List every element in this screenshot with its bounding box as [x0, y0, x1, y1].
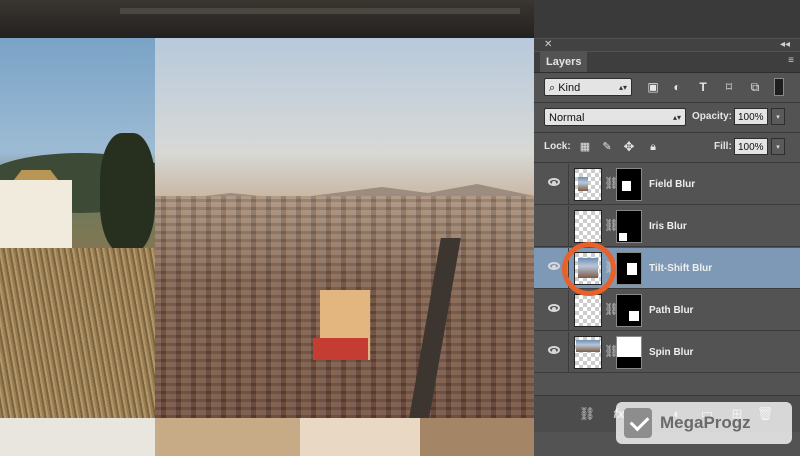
dropdown-arrow-icon: ▴▾ [618, 83, 627, 92]
document-canvas[interactable] [0, 0, 534, 456]
layer-name[interactable]: Spin Blur [649, 332, 693, 373]
watermark-logo-icon [624, 408, 652, 438]
highlight-circle [562, 242, 616, 296]
visibility-eye-icon[interactable] [548, 346, 560, 354]
layer-name[interactable]: Iris Blur [649, 206, 687, 247]
layer-row[interactable]: ⛓︎ Field Blur [534, 164, 800, 205]
opacity-slider-toggle[interactable]: ▾ [771, 108, 785, 125]
mask-white-area [619, 233, 627, 241]
layer-row[interactable]: ⛓︎ Path Blur [534, 290, 800, 331]
watermark: MegaProgz [616, 402, 792, 444]
photo-grass [0, 248, 155, 418]
lock-row: Lock: ▦ ✎ ✥ 🔒︎ Fill: 100% ▾ [534, 138, 800, 156]
layer-row[interactable]: ⛓︎ Iris Blur [534, 206, 800, 247]
search-icon: ⌕ [549, 82, 559, 94]
panel-menu-icon[interactable]: ≡ [788, 55, 794, 66]
fill-slider-toggle[interactable]: ▾ [771, 138, 785, 155]
smart-object-filter-icon[interactable]: ⧉ [746, 78, 764, 96]
fill-label: Fill: [714, 141, 732, 152]
photo-barn-wall [0, 180, 72, 250]
shape-filter-icon[interactable]: ⌑ [720, 78, 738, 96]
opacity-label: Opacity: [692, 111, 733, 122]
layers-panel: ✕ ◂◂ Layers ≡ ⌕ Kind ▴▾ ▣ ◐ T ⌑ ⧉ Normal… [534, 0, 800, 456]
lock-label: Lock: [544, 141, 571, 152]
blend-row: Normal ▴▾ Opacity: 100% ▾ [534, 108, 800, 126]
thumbnail-image [576, 340, 600, 352]
layer-list: ⛓︎ Field Blur ⛓︎ Iris Blur ⛓︎ Tilt-Shift… [534, 164, 800, 374]
panel-tab-bar: Layers ≡ [534, 52, 800, 73]
photo-barn [0, 38, 155, 418]
link-layers-icon[interactable]: ⛓︎ [578, 406, 596, 422]
fill-field[interactable]: 100% [734, 138, 768, 155]
type-filter-icon[interactable]: T [694, 78, 712, 96]
divider [568, 164, 569, 205]
filter-kind-label: Kind [558, 82, 581, 94]
layer-name[interactable]: Tilt-Shift Blur [649, 248, 712, 289]
layer-row[interactable]: ⛓︎ Spin Blur [534, 332, 800, 373]
tab-layers[interactable]: Layers [540, 52, 588, 72]
panel-control-bar [534, 39, 800, 51]
photo-strip-top [0, 0, 534, 38]
filter-kind-dropdown[interactable]: ⌕ Kind ▴▾ [544, 78, 632, 96]
visibility-eye-icon[interactable] [548, 178, 560, 186]
divider [534, 102, 800, 103]
opacity-field[interactable]: 100% [734, 108, 768, 125]
lock-position-icon[interactable]: ✥ [620, 138, 638, 156]
photo-tree [100, 133, 155, 253]
close-icon[interactable]: ✕ [544, 39, 552, 51]
lock-transparent-icon[interactable]: ▦ [576, 138, 594, 156]
divider [568, 332, 569, 373]
layer-mask-thumbnail[interactable] [616, 294, 642, 327]
watermark-text: MegaProgz [660, 413, 751, 432]
visibility-eye-icon[interactable] [548, 262, 560, 270]
photo-strip-bottom [0, 418, 534, 456]
photo-city [155, 38, 534, 418]
divider [568, 206, 569, 247]
layer-thumbnail [574, 210, 602, 243]
mask-white-area [629, 311, 639, 321]
divider [534, 162, 800, 163]
photo-red-building [313, 338, 368, 360]
layer-thumbnail [574, 168, 602, 201]
dropdown-arrow-icon: ▴▾ [672, 113, 681, 122]
mask-white-area [622, 181, 631, 191]
layer-name[interactable]: Field Blur [649, 164, 695, 205]
divider [534, 132, 800, 133]
visibility-eye-icon[interactable] [548, 304, 560, 312]
panel-header-area [534, 0, 800, 38]
thumbnail-image [578, 177, 588, 191]
collapse-panel-icon[interactable]: ◂◂ [780, 39, 790, 51]
blend-mode-dropdown[interactable]: Normal ▴▾ [544, 108, 686, 126]
layer-mask-thumbnail[interactable] [616, 210, 642, 243]
layer-filter-row: ⌕ Kind ▴▾ ▣ ◐ T ⌑ ⧉ [534, 78, 800, 96]
layer-mask-thumbnail[interactable] [616, 336, 642, 369]
blend-mode-value: Normal [549, 112, 585, 124]
image-filter-icon[interactable]: ▣ [644, 78, 662, 96]
layer-thumbnail [574, 336, 602, 369]
divider [568, 290, 569, 331]
adjustment-filter-icon[interactable]: ◐ [668, 78, 686, 96]
filter-toggle-icon[interactable] [774, 78, 784, 96]
lock-all-icon[interactable]: 🔒︎ [644, 138, 662, 156]
mask-white-area [627, 263, 637, 275]
layer-name[interactable]: Path Blur [649, 290, 693, 331]
layer-mask-thumbnail[interactable] [616, 168, 642, 201]
mask-black-area [617, 357, 641, 368]
layer-mask-thumbnail[interactable] [616, 252, 642, 285]
layer-thumbnail [574, 294, 602, 327]
lock-image-icon[interactable]: ✎ [598, 138, 616, 156]
